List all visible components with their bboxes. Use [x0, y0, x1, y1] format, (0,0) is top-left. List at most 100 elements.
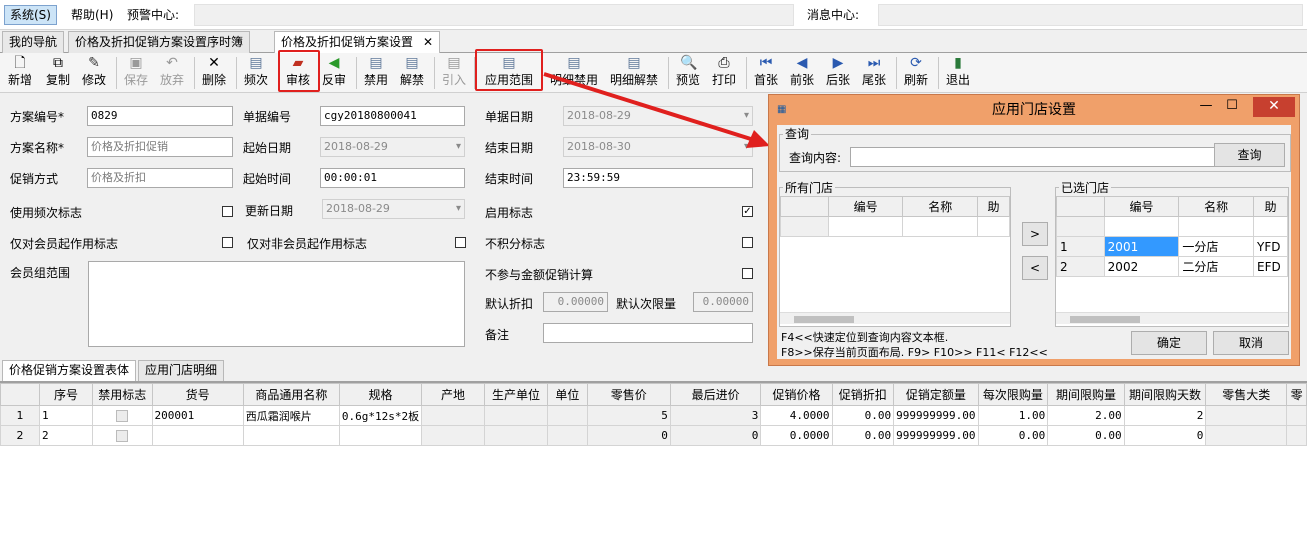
cell-promo-quota[interactable]: 999999999.00 [893, 405, 979, 426]
table-row[interactable]: 2 2 0 0 0.0000 0.00 999999999.00 0.00 0.… [0, 425, 1307, 446]
dialog-close-button[interactable]: ✕ [1253, 97, 1295, 117]
member-only-checkbox[interactable] [222, 237, 233, 248]
cell-period-limit-days[interactable]: 0 [1123, 425, 1207, 446]
default-limit-field[interactable]: 0.00000 [693, 292, 753, 312]
nonmember-only-checkbox[interactable] [455, 237, 466, 248]
cell-promo-price[interactable]: 0.0000 [760, 425, 833, 446]
close-icon[interactable]: ✕ [423, 35, 433, 49]
col-header[interactable]: 商品通用名称 [242, 383, 340, 406]
all-stores-filter-row[interactable] [780, 216, 1010, 237]
store-code[interactable]: 2001 [1103, 236, 1180, 257]
list-item[interactable]: 1 2001 一分店 YFD [1056, 236, 1288, 257]
cell-unit[interactable] [547, 405, 588, 426]
save-button[interactable]: ▣ 保存 [122, 55, 150, 91]
use-freq-checkbox[interactable] [222, 206, 233, 217]
horizontal-scrollbar[interactable] [780, 312, 1010, 324]
col-header[interactable]: 序号 [38, 383, 93, 406]
menu-system[interactable]: 系统(S) [4, 5, 57, 25]
store-name[interactable]: 一分店 [1178, 236, 1254, 257]
col-header[interactable]: 促销折扣 [831, 383, 895, 406]
col-header[interactable]: 编号 [827, 196, 904, 217]
plan-no-field[interactable]: 0829 [87, 106, 233, 126]
modify-button[interactable]: ✎ 修改 [80, 55, 108, 91]
frequency-button[interactable]: ▤ 频次 [242, 55, 270, 91]
discard-button[interactable]: ↶ 放弃 [158, 55, 186, 91]
cell-retail-price[interactable]: 0 [586, 425, 671, 446]
col-header[interactable]: 产地 [421, 383, 485, 406]
col-header[interactable]: 名称 [1178, 196, 1254, 217]
store-abbr[interactable]: YFD [1253, 236, 1288, 257]
cell-limit-per-time[interactable]: 1.00 [977, 405, 1049, 426]
delete-button[interactable]: ✕ 删除 [200, 55, 228, 91]
table-row[interactable]: 1 1 200001 西瓜霜润喉片 0.6g*12s*2板 5 3 4.0000… [0, 405, 1307, 426]
prev-button[interactable]: ◀ 前张 [788, 55, 816, 91]
cell-spec[interactable] [338, 425, 423, 446]
ban-flag-checkbox[interactable] [116, 410, 129, 422]
cell-more[interactable] [1286, 405, 1307, 426]
cell-retail-category[interactable] [1205, 425, 1288, 446]
maximize-button[interactable]: ☐ [1219, 97, 1245, 117]
cell-period-limit-days[interactable]: 2 [1123, 405, 1207, 426]
refresh-button[interactable]: ⟳ 刷新 [902, 55, 930, 91]
enable-checkbox[interactable]: ✓ [742, 206, 753, 217]
remove-store-button[interactable]: < [1022, 256, 1048, 280]
store-code[interactable]: 2002 [1103, 256, 1180, 277]
cell-origin[interactable] [421, 405, 485, 426]
cell-product-name[interactable]: 西瓜霜润喉片 [242, 405, 340, 426]
col-header[interactable]: 禁用标志 [91, 383, 153, 406]
cell-last-cost[interactable]: 3 [669, 405, 762, 426]
promo-mode-field[interactable]: 价格及折扣 [87, 168, 233, 188]
col-header[interactable]: 货号 [151, 383, 244, 406]
tab-plan-body[interactable]: 价格促销方案设置表体 [2, 360, 137, 381]
col-header[interactable]: 零售价 [586, 383, 671, 406]
col-header[interactable]: 期间限购天数 [1123, 383, 1207, 406]
col-header[interactable]: 促销定额量 [893, 383, 979, 406]
col-header[interactable]: 规格 [338, 383, 423, 406]
cell-period-limit[interactable]: 2.00 [1047, 405, 1125, 426]
col-header[interactable]: 生产单位 [483, 383, 549, 406]
member-group-textarea[interactable] [88, 261, 465, 347]
filter-cell[interactable] [1178, 216, 1254, 237]
remark-field[interactable] [543, 323, 753, 343]
next-button[interactable]: ▶ 后张 [824, 55, 852, 91]
col-header[interactable]: 名称 [902, 196, 979, 217]
cell-origin[interactable] [421, 425, 485, 446]
menu-help[interactable]: 帮助(H) [66, 5, 118, 25]
col-header[interactable]: 期间限购量 [1047, 383, 1125, 406]
scrollbar-thumb[interactable] [794, 316, 854, 323]
col-header[interactable]: 助 [1253, 196, 1288, 217]
col-header[interactable]: 编号 [1103, 196, 1180, 217]
cell-limit-per-time[interactable]: 0.00 [977, 425, 1049, 446]
cell-more[interactable] [1286, 425, 1307, 446]
default-discount-field[interactable]: 0.00000 [543, 292, 608, 312]
cell-item-no[interactable]: 200001 [151, 405, 244, 426]
cell-seq[interactable]: 2 [38, 425, 93, 446]
horizontal-scrollbar[interactable] [1056, 312, 1288, 324]
filter-cell[interactable] [977, 216, 1010, 237]
cell-ban-flag[interactable] [91, 405, 153, 426]
col-header[interactable]: 零售大类 [1205, 383, 1288, 406]
ban-button[interactable]: ▤ 禁用 [362, 55, 390, 91]
no-amount-promo-checkbox[interactable] [742, 268, 753, 279]
exit-button[interactable]: ▮ 退出 [944, 55, 972, 91]
tab-store-detail[interactable]: 应用门店明细 [138, 360, 225, 381]
list-item[interactable]: 2 2002 二分店 EFD [1056, 256, 1288, 277]
query-button[interactable]: 查询 [1214, 143, 1285, 167]
cell-retail-price[interactable]: 5 [586, 405, 671, 426]
cell-promo-discount[interactable]: 0.00 [831, 425, 895, 446]
unaudit-button[interactable]: ◀ 反审 [320, 55, 348, 91]
filter-cell[interactable] [902, 216, 979, 237]
cancel-button[interactable]: 取消 [1213, 331, 1289, 355]
cell-spec[interactable]: 0.6g*12s*2板 [338, 405, 423, 426]
cell-promo-price[interactable]: 4.0000 [760, 405, 833, 426]
end-time-field[interactable]: 23:59:59 [563, 168, 753, 188]
cell-item-no[interactable] [151, 425, 244, 446]
bill-no-field[interactable]: cgy20180800041 [320, 106, 465, 126]
ok-button[interactable]: 确定 [1131, 331, 1207, 355]
store-abbr[interactable]: EFD [1253, 256, 1288, 277]
store-name[interactable]: 二分店 [1178, 256, 1254, 277]
update-date-picker[interactable]: 2018-08-29 [322, 199, 465, 219]
row-header[interactable]: 1 [0, 405, 40, 426]
import-button[interactable]: ▤ 引入 [440, 55, 468, 91]
plan-name-field[interactable]: 价格及折扣促销 [87, 137, 233, 157]
